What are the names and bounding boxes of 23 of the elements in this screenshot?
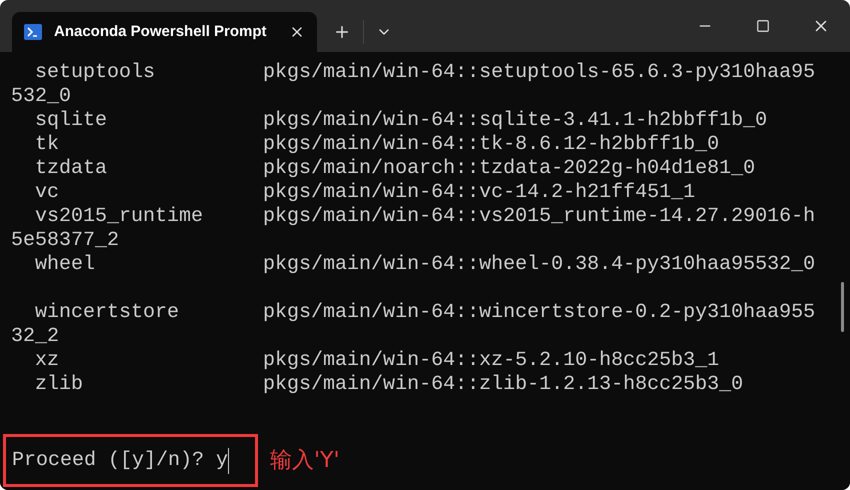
tab[interactable]: Anaconda Powershell Prompt — [12, 12, 317, 52]
terminal-icon — [24, 24, 42, 40]
new-tab-icon[interactable] — [333, 23, 351, 41]
tab-title: Anaconda Powershell Prompt — [54, 22, 267, 42]
typed-answer-text: y — [216, 448, 228, 472]
annotation-text: 输入'Y' — [270, 448, 340, 472]
terminal-line: tk pkgs/main/win-64::tk-8.6.12-h2bbff1b_0 — [34, 133, 720, 157]
terminal-line: xz pkgs/main/win-64::xz-5.2.10-h8cc25b3_1 — [34, 349, 720, 373]
terminal-line: sqlite pkgs/main/win-64::sqlite-3.41.1-h2bbff1b_0 — [34, 109, 768, 133]
terminal-line: 32_2 — [11, 325, 60, 349]
terminal-line: setuptools pkgs/main/win-64::setuptools-65.6.3-py310haa95 — [34, 61, 816, 85]
terminal-line: vs2015_runtime pkgs/main/win-64::vs2015_runtime-14.27.29016-h — [34, 205, 816, 229]
terminal-line: wincertstore pkgs/main/win-64::wincertstore-0.2-py310haa955 — [34, 301, 816, 325]
prompt-text: Proceed ([y]/n)? — [12, 448, 206, 472]
terminal-line: wheel pkgs/main/win-64::wheel-0.38.4-py310haa95532_0 — [34, 253, 816, 277]
terminal-line: zlib pkgs/main/win-64::zlib-1.2.13-h8cc25b3_0 — [34, 373, 744, 397]
terminal-line: vc pkgs/main/win-64::vc-14.2-h21ff451_1 — [34, 181, 696, 205]
terminal-line: 5e58377_2 — [11, 229, 120, 253]
terminal-line: 532_0 — [11, 85, 72, 109]
scrollbar-thumb[interactable] — [841, 282, 844, 332]
terminal-line: tzdata pkgs/main/noarch::tzdata-2022g-h04d1e81_0 — [34, 157, 756, 181]
maximize-icon[interactable] — [756, 19, 770, 33]
text-cursor — [228, 448, 230, 474]
